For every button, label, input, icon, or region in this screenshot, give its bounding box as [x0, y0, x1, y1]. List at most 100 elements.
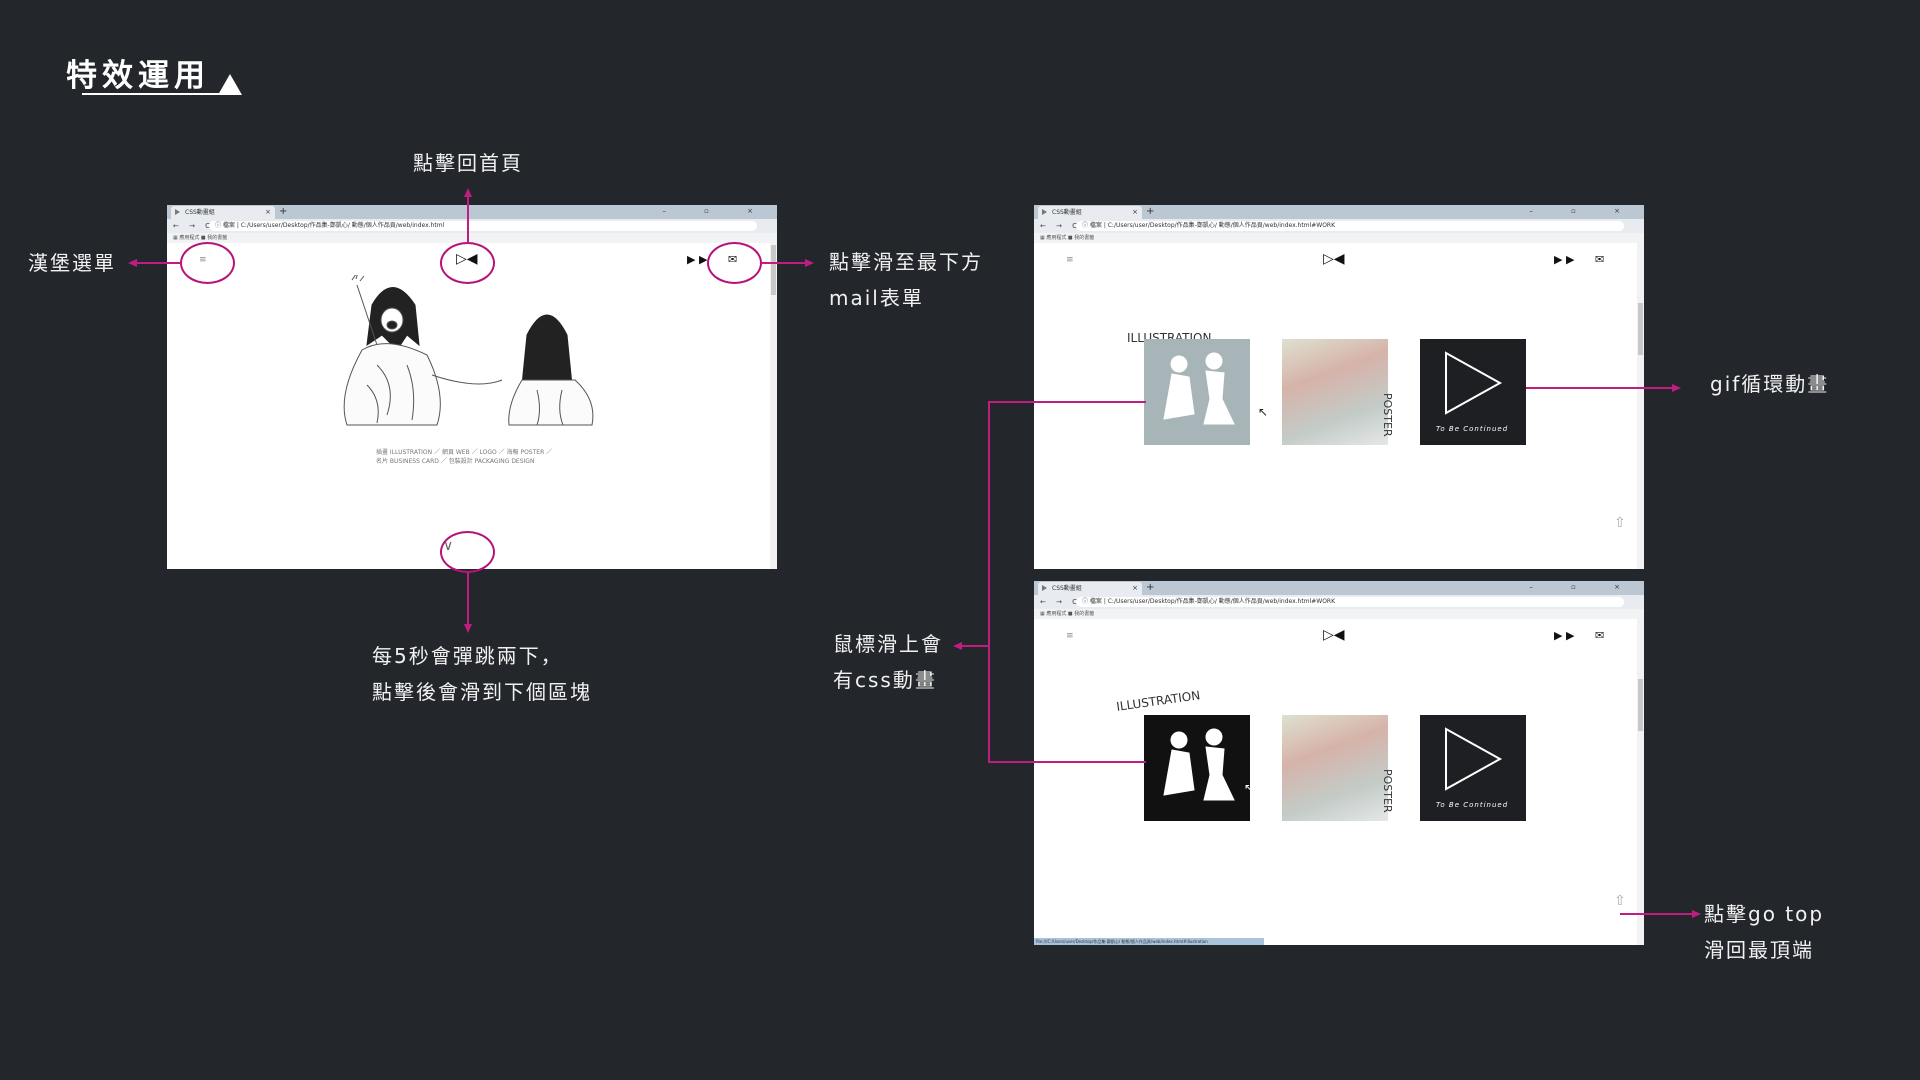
tab-bar: CSS動畫組 × + – ▫ ×	[1034, 205, 1644, 219]
highlight-down	[440, 531, 495, 573]
poster-card[interactable]	[1282, 715, 1388, 821]
dancers-art	[1163, 728, 1235, 801]
window-controls[interactable]: – ▫ ×	[662, 205, 771, 217]
annotation-scroll-bottom-line2: mail表單	[829, 286, 924, 310]
page-title: 特效運用	[66, 58, 210, 94]
tab-close-icon[interactable]: ×	[265, 206, 271, 219]
illustration-card-hover[interactable]	[1144, 715, 1250, 821]
highlight-mail	[707, 242, 762, 284]
tab-bar: CSS動畫組 × + – ▫ ×	[1034, 581, 1644, 595]
continued-text: To Be Continued	[1436, 425, 1509, 433]
scrollbar[interactable]	[1637, 243, 1644, 569]
caption-line-1: 插畫 ILLUSTRATION ／ 網頁 WEB ／ LOGO ／ 海報 POS…	[376, 449, 553, 456]
url-field[interactable]: ⓘ 檔案 | C:/Users/user/Desktop/作品集-鄭凱心/ 動態…	[1076, 597, 1624, 607]
arrow-hamburger-line	[137, 262, 181, 264]
annotation-bounce: 每5秒會彈跳兩下， 點擊後會滑到下個區塊	[372, 638, 592, 710]
logo-home-icon[interactable]: ▷◀	[1323, 627, 1345, 643]
nav-play-icons[interactable]: ▶ ▶	[1554, 253, 1574, 266]
tab-close-icon[interactable]: ×	[1132, 582, 1138, 595]
go-top-icon[interactable]: ⇧	[1614, 893, 1626, 909]
scrollbar-thumb[interactable]	[1638, 679, 1643, 731]
nav-buttons[interactable]: ← → C	[173, 219, 214, 233]
poster-label: POSTER	[1381, 393, 1394, 437]
dancers-art	[1163, 352, 1235, 425]
browser-tab[interactable]: CSS動畫組 ×	[171, 206, 275, 219]
browser-tab[interactable]: CSS動畫組 ×	[1038, 582, 1142, 595]
browser-tab[interactable]: CSS動畫組 ×	[1038, 206, 1142, 219]
bookmarks-bar[interactable]: ▦ 應用程式 ■ 我的書籤	[1034, 609, 1644, 619]
go-top-icon[interactable]: ⇧	[1614, 515, 1626, 531]
title-underline	[82, 93, 240, 95]
gif-card[interactable]: To Be Continued	[1420, 339, 1526, 445]
hamburger-menu-icon[interactable]: ≡	[1066, 631, 1074, 641]
annotation-bounce-line2: 點擊後會滑到下個區塊	[372, 680, 592, 704]
annotation-gotop-line1: 點擊go top	[1704, 902, 1825, 926]
scrollbar[interactable]	[1637, 619, 1644, 945]
annotation-scroll-bottom-line1: 點擊滑至最下方	[829, 250, 983, 274]
tab-favicon-icon	[1042, 209, 1047, 215]
new-tab-button[interactable]: +	[1146, 581, 1154, 595]
title-triangle-icon	[218, 74, 242, 95]
arrow-hover-line	[962, 645, 990, 647]
nav-buttons[interactable]: ← → C	[1040, 219, 1081, 233]
logo-home-icon[interactable]: ▷◀	[1323, 251, 1345, 267]
arrow-down-line	[467, 572, 469, 624]
annotation-bounce-line1: 每5秒會彈跳兩下，	[372, 644, 563, 668]
gif-card[interactable]: To Be Continued	[1420, 715, 1526, 821]
url-field[interactable]: ⓘ 檔案 | C:/Users/user/Desktop/作品集-鄭凱心/ 動態…	[1076, 221, 1624, 231]
arrow-gif-line	[1526, 387, 1672, 389]
nav-play-icons[interactable]: ▶ ▶	[687, 253, 707, 266]
tab-favicon-icon	[175, 209, 180, 215]
arrow-down-head	[464, 624, 472, 633]
mail-icon[interactable]: ✉	[1595, 253, 1604, 266]
arrow-home-head	[464, 188, 472, 197]
hamburger-menu-icon[interactable]: ≡	[1066, 255, 1074, 265]
scrollbar-thumb[interactable]	[1638, 303, 1643, 355]
mouse-cursor-icon: ↖	[1258, 405, 1269, 419]
annotation-gif: gif循環動畫	[1710, 372, 1830, 396]
tab-title: CSS動畫組	[1052, 209, 1082, 216]
annotation-gotop: 點擊go top 滑回最頂端	[1704, 896, 1824, 968]
annotation-home: 點擊回首頁	[413, 151, 523, 175]
mail-icon[interactable]: ✉	[1595, 629, 1604, 642]
scrollbar[interactable]	[770, 243, 777, 569]
bookmarks-bar[interactable]: ▦ 應用程式 ■ 我的書籤	[1034, 233, 1644, 243]
window-controls[interactable]: – ▫ ×	[1529, 581, 1638, 593]
mouse-cursor-icon: ↖	[1244, 781, 1255, 795]
scrollbar-thumb[interactable]	[771, 245, 776, 295]
address-bar: ← → C ⓘ 檔案 | C:/Users/user/Desktop/作品集-鄭…	[1034, 595, 1644, 609]
poster-card[interactable]	[1282, 339, 1388, 445]
window-controls[interactable]: – ▫ ×	[1529, 205, 1638, 217]
url-field[interactable]: ⓘ 檔案 | C:/Users/user/Desktop/作品集-鄭凱心/ 動態…	[209, 221, 757, 231]
arrow-mail-head	[805, 259, 814, 267]
tab-favicon-icon	[1042, 585, 1047, 591]
annotation-hover: 鼠標滑上會 有css動畫	[833, 626, 943, 698]
annotation-gotop-line2: 滑回最頂端	[1704, 938, 1814, 962]
arrow-hover-head	[953, 642, 962, 650]
continued-text: To Be Continued	[1436, 801, 1509, 809]
annotation-hover-line2: 有css動畫	[833, 668, 937, 692]
tab-title: CSS動畫組	[185, 209, 215, 216]
illustration-card[interactable]	[1144, 339, 1250, 445]
browser-work-hover: CSS動畫組 × + – ▫ × ← → C ⓘ 檔案 | C:/Users/u…	[1034, 581, 1644, 945]
nav-play-icons[interactable]: ▶ ▶	[1554, 629, 1574, 642]
bracket-top	[988, 401, 1146, 403]
address-bar: ← → C ⓘ 檔案 | C:/Users/user/Desktop/作品集-鄭…	[167, 219, 777, 233]
highlight-logo	[440, 242, 495, 284]
new-tab-button[interactable]: +	[279, 205, 287, 219]
annotation-hamburger: 漢堡選單	[28, 251, 116, 275]
highlight-hamburger	[180, 242, 235, 284]
annotation-hover-line1: 鼠標滑上會	[833, 632, 943, 656]
illustration-label-animated: ILLUSTRATION	[1115, 688, 1202, 714]
caption-line-2: 名片 BUSINESS CARD ／ 包裝設計 PACKAGING DESIGN	[376, 458, 535, 465]
category-caption: 插畫 ILLUSTRATION ／ 網頁 WEB ／ LOGO ／ 海報 POS…	[376, 448, 552, 466]
arrow-gif-head	[1672, 384, 1681, 392]
nav-buttons[interactable]: ← → C	[1040, 595, 1081, 609]
new-tab-button[interactable]: +	[1146, 205, 1154, 219]
arrow-mail-line	[761, 262, 805, 264]
arrow-hamburger-head	[128, 259, 137, 267]
bracket-vertical	[988, 401, 990, 763]
tab-close-icon[interactable]: ×	[1132, 206, 1138, 219]
poster-label: POSTER	[1381, 769, 1394, 813]
arrow-home-line	[467, 197, 469, 243]
